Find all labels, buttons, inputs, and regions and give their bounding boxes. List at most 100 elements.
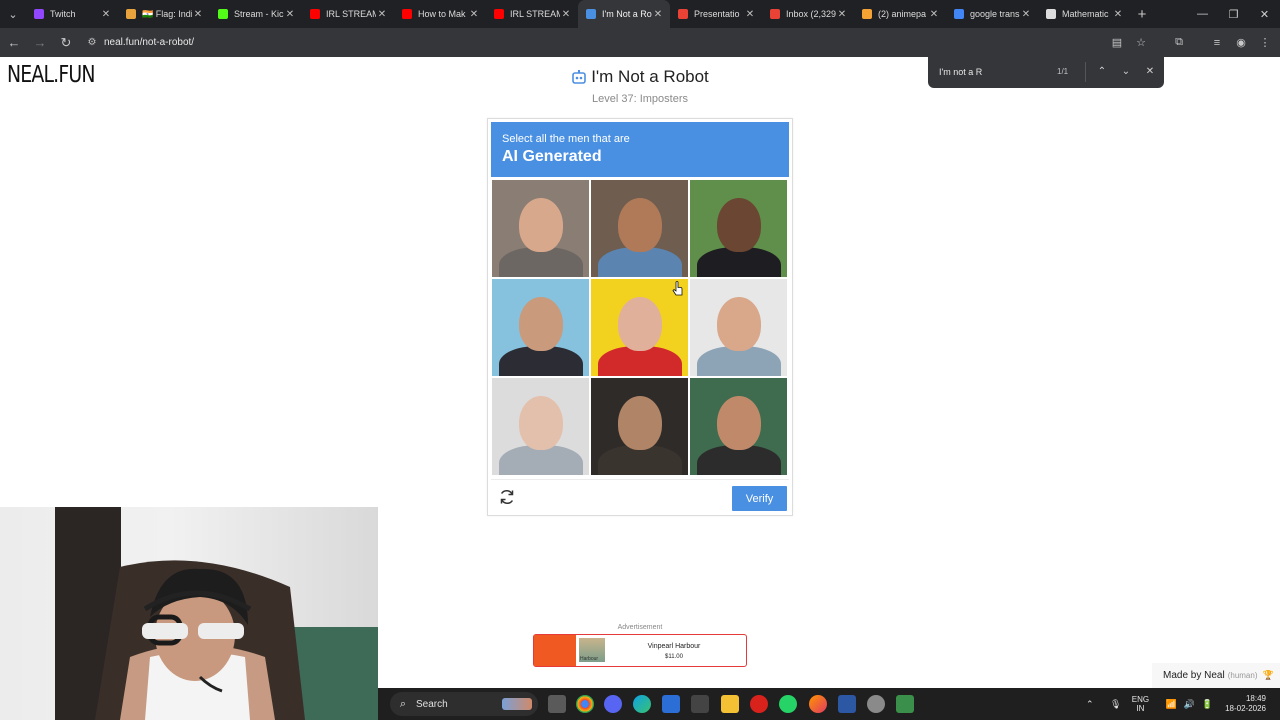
task-view-icon[interactable] (548, 695, 566, 713)
chrome-icon[interactable] (576, 695, 594, 713)
captcha-image-tile[interactable] (492, 180, 589, 277)
edge-icon[interactable] (633, 695, 651, 713)
find-in-page-bar: I'm not a R 1/1 ⌃ ⌄ ✕ (928, 55, 1164, 88)
tab-favicon-icon (218, 9, 228, 19)
find-input[interactable]: I'm not a R (939, 67, 1057, 77)
profile-icon[interactable]: ◉ (1230, 32, 1252, 54)
media-controls-icon[interactable]: ≡ (1206, 32, 1228, 54)
captcha-image-tile[interactable] (690, 279, 787, 376)
firefox-icon[interactable] (809, 695, 827, 713)
captcha-image-tile[interactable] (591, 378, 688, 475)
tab-close-icon[interactable]: ✕ (376, 9, 388, 20)
tab-title: Twitch (50, 9, 76, 19)
new-tab-button[interactable]: + (1130, 6, 1154, 23)
close-window-button[interactable]: ✕ (1249, 0, 1280, 28)
tab-close-icon[interactable]: ✕ (468, 9, 480, 20)
tab-close-icon[interactable]: ✕ (744, 9, 756, 20)
app-icon[interactable] (838, 695, 856, 713)
tab-favicon-icon (862, 9, 872, 19)
find-next-chevron-down-icon[interactable]: ⌄ (1114, 66, 1138, 77)
tab-favicon-icon (678, 9, 688, 19)
tab-close-icon[interactable]: ✕ (928, 9, 940, 20)
reload-challenge-icon[interactable] (498, 488, 516, 506)
extensions-icon[interactable]: ⧉ (1168, 32, 1190, 54)
made-by-note: (human) (1227, 671, 1258, 680)
advertisement-banner[interactable]: Harbour Vinpearl Harbour $11.00 (533, 634, 747, 667)
language-line-1: ENG (1131, 695, 1150, 704)
file-explorer-icon[interactable] (721, 695, 739, 713)
show-hidden-icons-chevron-up-icon[interactable]: ⌃ (1082, 699, 1098, 710)
calculator-icon[interactable] (896, 695, 914, 713)
back-button[interactable]: ← (2, 31, 26, 55)
tab-close-icon[interactable]: ✕ (1112, 9, 1124, 20)
tab-close-icon[interactable]: ✕ (652, 9, 664, 20)
level-label: Level 37: Imposters (592, 93, 688, 105)
discord-icon[interactable] (604, 695, 622, 713)
settings-icon[interactable] (867, 695, 885, 713)
tab-search-button[interactable]: ⌄ (0, 0, 26, 28)
whatsapp-icon[interactable] (779, 695, 797, 713)
portrait-face (518, 297, 563, 351)
tab-favicon-icon (1046, 9, 1056, 19)
find-match-count: 1/1 (1057, 67, 1069, 76)
browser-tab[interactable]: (2) animepa ✕ (854, 0, 946, 28)
tab-close-icon[interactable]: ✕ (284, 9, 296, 20)
captcha-image-tile[interactable] (690, 378, 787, 475)
browser-tab[interactable]: Stream - Kick ✕ (210, 0, 302, 28)
tab-favicon-icon (126, 9, 136, 19)
restore-button[interactable]: ❐ (1218, 0, 1249, 28)
site-info-icon[interactable]: ⚙ (84, 37, 100, 48)
wifi-icon[interactable]: 📶 (1163, 699, 1179, 710)
tab-close-icon[interactable]: ✕ (100, 9, 112, 20)
microphone-icon[interactable]: 🎙 (1108, 699, 1124, 710)
verify-button[interactable]: Verify (732, 486, 787, 511)
webcam-person-image (55, 507, 378, 720)
page-title-text: I'm Not a Robot (591, 67, 709, 86)
tab-close-icon[interactable]: ✕ (192, 9, 204, 20)
tab-favicon-icon (954, 9, 964, 19)
browser-tab[interactable]: Twitch ✕ (26, 0, 118, 28)
browser-tab[interactable]: I'm Not a Ro ✕ (578, 0, 670, 28)
portrait-face (518, 198, 563, 252)
find-close-icon[interactable]: ✕ (1138, 66, 1162, 77)
portrait-face (617, 396, 662, 450)
browser-tab[interactable]: IRL STREAM (✕ (486, 0, 578, 28)
browser-tab[interactable]: IRL STREAM (✕ (302, 0, 394, 28)
address-bar[interactable]: ⚙ neal.fun/not-a-robot/ (80, 31, 1165, 54)
forward-button[interactable]: → (28, 31, 52, 55)
clock[interactable]: 18:49 18-02-2026 (1225, 694, 1266, 714)
battery-icon[interactable]: 🔋 (1199, 699, 1215, 710)
taskbar-search[interactable]: ⌕ Search (390, 692, 538, 716)
tab-favicon-icon (494, 9, 504, 19)
reader-mode-icon[interactable]: ▤ (1106, 32, 1128, 54)
portrait-face (518, 396, 563, 450)
browser-tab[interactable]: Presentatio ✕ (670, 0, 762, 28)
reload-button[interactable]: ↻ (54, 31, 78, 55)
obs-icon[interactable] (691, 695, 709, 713)
find-previous-chevron-up-icon[interactable]: ⌃ (1090, 66, 1114, 77)
captcha-image-tile[interactable] (690, 180, 787, 277)
browser-tab[interactable]: 🇮🇳 Flag: India✕ (118, 0, 210, 28)
tab-close-icon[interactable]: ✕ (1020, 9, 1032, 20)
browser-tab[interactable]: google trans ✕ (946, 0, 1038, 28)
tab-close-icon[interactable]: ✕ (560, 9, 572, 20)
captcha-footer: Verify (491, 479, 789, 513)
browser-tab[interactable]: Mathematic ✕ (1038, 0, 1130, 28)
bookmark-star-icon[interactable]: ☆ (1130, 32, 1152, 54)
captcha-image-tile[interactable] (492, 279, 589, 376)
tab-title: (2) animepa (878, 9, 927, 19)
menu-icon[interactable]: ⋮ (1254, 32, 1276, 54)
opera-icon[interactable] (750, 695, 768, 713)
tab-close-icon[interactable]: ✕ (836, 9, 848, 20)
captcha-image-tile[interactable] (492, 378, 589, 475)
store-icon[interactable] (662, 695, 680, 713)
portrait-face (617, 198, 662, 252)
browser-tab[interactable]: Inbox (2,329 ✕ (762, 0, 854, 28)
volume-icon[interactable]: 🔊 (1181, 699, 1197, 710)
made-by-badge[interactable]: Made by Neal (human) 🏆 (1152, 663, 1280, 688)
captcha-image-tile[interactable] (591, 180, 688, 277)
browser-tab[interactable]: How to Mak ✕ (394, 0, 486, 28)
minimize-button[interactable]: — (1187, 0, 1218, 28)
tab-title: Mathematic (1062, 9, 1109, 19)
language-indicator[interactable]: ENG IN (1132, 695, 1149, 713)
